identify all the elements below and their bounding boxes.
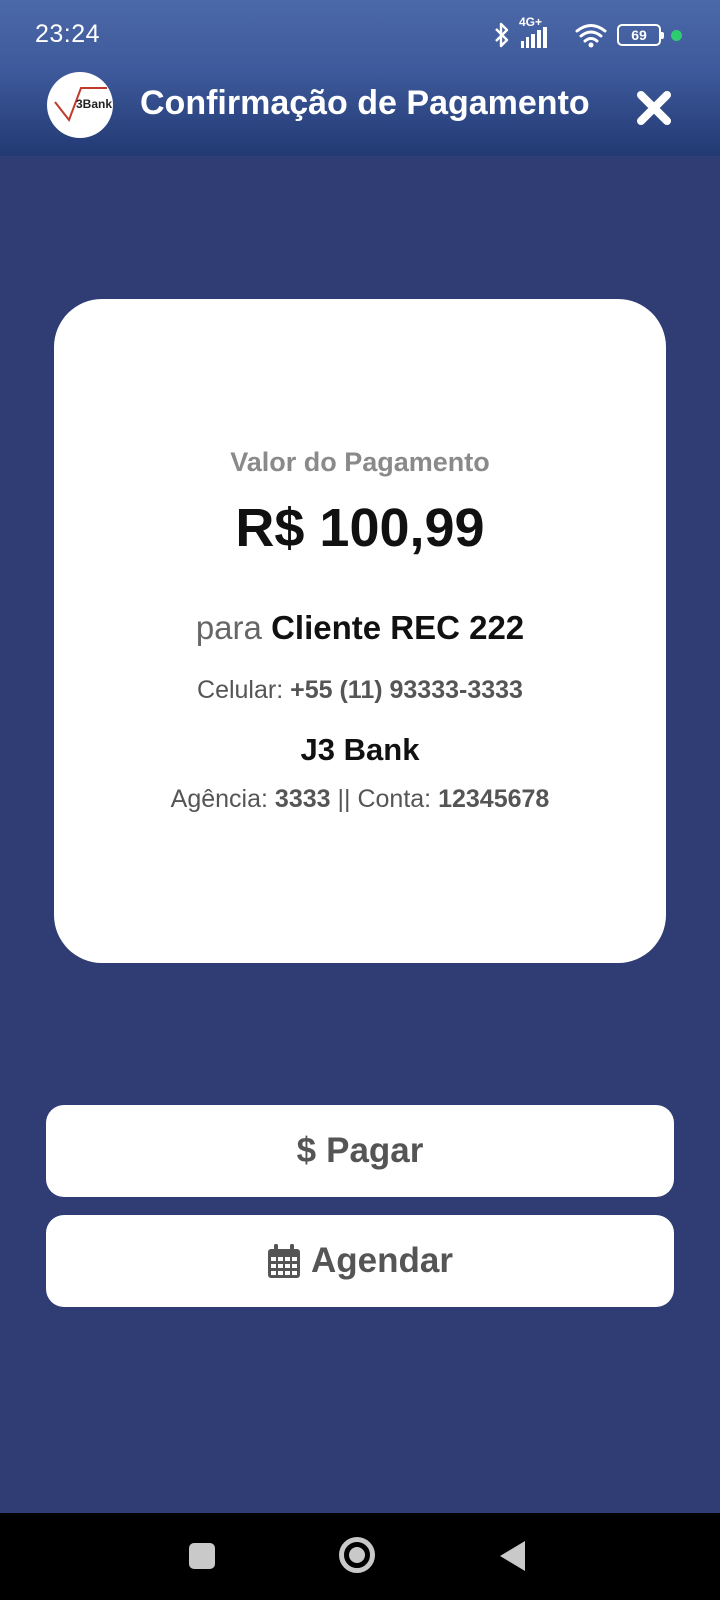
phone-label: Celular:	[197, 676, 284, 704]
account-separator: ||	[337, 785, 351, 813]
bluetooth-icon	[493, 22, 511, 48]
wifi-icon	[575, 22, 607, 48]
top-header: 23:24 4G+ 69 3Bank Confirmação de Pagame…	[0, 0, 720, 156]
dollar-icon: $	[296, 1131, 317, 1170]
page-title: Confirmação de Pagamento	[140, 84, 590, 122]
battery-level: 69	[631, 27, 647, 43]
calendar-icon	[268, 1244, 301, 1278]
agency-label: Agência:	[170, 785, 268, 813]
account-label: Conta:	[357, 785, 432, 813]
phone-number: +55 (11) 93333-3333	[290, 676, 523, 704]
battery-icon: 69	[617, 24, 664, 46]
pay-button-label: Pagar	[326, 1131, 424, 1170]
schedule-button-label: Agendar	[311, 1241, 453, 1280]
logo-text: 3Bank	[76, 97, 113, 111]
payment-details-card: Valor do Pagamento R$ 100,99 para Client…	[54, 299, 666, 963]
back-button[interactable]	[500, 1541, 525, 1571]
account-number: 12345678	[438, 785, 550, 813]
bank-logo: 3Bank	[47, 72, 113, 138]
status-bar: 23:24 4G+ 69	[0, 0, 720, 70]
system-nav-bar	[0, 1513, 720, 1600]
recipient-line: para Cliente REC 222	[54, 609, 666, 647]
schedule-button[interactable]: Agendar	[46, 1215, 674, 1307]
status-time: 23:24	[35, 20, 101, 48]
signal-icon: 4G+	[519, 15, 565, 49]
home-button[interactable]	[339, 1537, 375, 1573]
app-bar: 3Bank Confirmação de Pagamento	[0, 70, 720, 156]
close-button[interactable]	[634, 88, 674, 128]
payment-value-label: Valor do Pagamento	[230, 447, 490, 477]
phone-line: Celular: +55 (11) 93333-3333	[54, 676, 666, 705]
recipient-prefix: para	[195, 609, 262, 646]
agency-number: 3333	[274, 785, 331, 813]
recipient-name: Cliente REC 222	[271, 609, 525, 646]
account-line: Agência: 3333 || Conta: 12345678	[54, 785, 666, 814]
status-icons: 4G+ 69	[493, 15, 682, 50]
payment-amount: R$ 100,99	[235, 498, 485, 558]
payment-confirmation-screen: 23:24 4G+ 69 3Bank Confirmação de Pagame…	[0, 0, 720, 1600]
pay-button[interactable]: $ Pagar	[46, 1105, 674, 1197]
bank-name: J3 Bank	[300, 732, 420, 767]
close-icon	[637, 91, 671, 125]
recents-button[interactable]	[189, 1543, 215, 1569]
privacy-indicator-dot	[671, 29, 682, 41]
